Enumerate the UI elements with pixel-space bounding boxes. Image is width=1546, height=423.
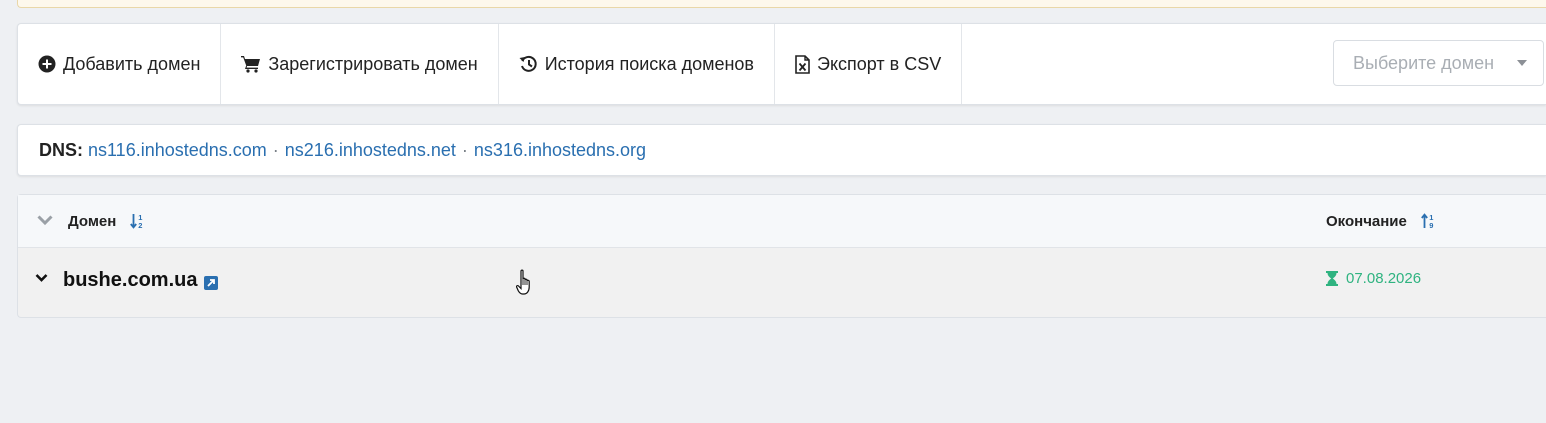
row-expiry-value: 07.08.2026 [1346, 270, 1422, 287]
table-row[interactable]: bushe.com.ua 07.08.2026 [18, 248, 1546, 316]
search-history-button[interactable]: История поиска доменов [499, 24, 775, 104]
table-header: Домен 1 2 Окончание 1 9 [18, 195, 1546, 248]
sort-numeric-icon[interactable]: 1 9 [1420, 213, 1436, 229]
hourglass-icon [1326, 271, 1338, 286]
dns-server-link-1[interactable]: ns116.inhostedns.com [88, 140, 267, 161]
add-domain-label: Добавить домен [63, 53, 201, 74]
column-header-expiry: Окончание 1 9 [1326, 195, 1436, 247]
dns-server-link-3[interactable]: ns316.inhostedns.org [474, 140, 646, 161]
domains-table: Домен 1 2 Окончание 1 9 bushe.com.ua 07.… [17, 194, 1546, 318]
history-icon [519, 55, 538, 73]
column-expiry-label: Окончание [1326, 212, 1407, 230]
register-domain-button[interactable]: Зарегистрировать домен [221, 24, 499, 104]
row-expand-chevron-icon[interactable] [35, 273, 48, 283]
notice-strip [17, 0, 1546, 8]
external-link-icon[interactable] [204, 276, 218, 290]
chevron-down-icon [37, 213, 53, 230]
search-history-label: История поиска доменов [544, 53, 754, 74]
sort-alpha-icon[interactable]: 1 2 [130, 213, 145, 229]
caret-down-icon [1517, 60, 1527, 66]
svg-text:9: 9 [1429, 221, 1433, 229]
domain-select[interactable]: Выберите домен [1333, 40, 1544, 86]
add-domain-button[interactable]: Добавить домен [18, 24, 222, 104]
file-excel-icon [795, 54, 810, 74]
register-domain-label: Зарегистрировать домен [268, 53, 478, 74]
dns-server-link-2[interactable]: ns216.inhostedns.net [285, 140, 456, 161]
dns-separator: · [461, 139, 468, 160]
cart-icon [241, 55, 261, 73]
svg-text:2: 2 [139, 221, 143, 229]
row-expiry-date: 07.08.2026 [1326, 270, 1421, 287]
dns-servers-bar: DNS: ns116.inhostedns.com · ns216.inhost… [17, 124, 1546, 176]
export-csv-label: Экспорт в CSV [817, 53, 942, 74]
domain-select-placeholder: Выберите домен [1353, 52, 1495, 73]
row-domain-name: bushe.com.ua [63, 269, 198, 291]
dns-separator: · [272, 139, 279, 160]
dns-label: DNS: [39, 139, 83, 160]
expand-all-toggle[interactable] [37, 195, 53, 247]
column-header-domain: Домен 1 2 [68, 195, 145, 247]
column-domain-label: Домен [68, 212, 117, 230]
domain-toolbar: Добавить домен Зарегистрировать домен Ис… [17, 23, 1546, 105]
plus-circle-icon [38, 55, 56, 73]
export-csv-button[interactable]: Экспорт в CSV [775, 24, 963, 104]
